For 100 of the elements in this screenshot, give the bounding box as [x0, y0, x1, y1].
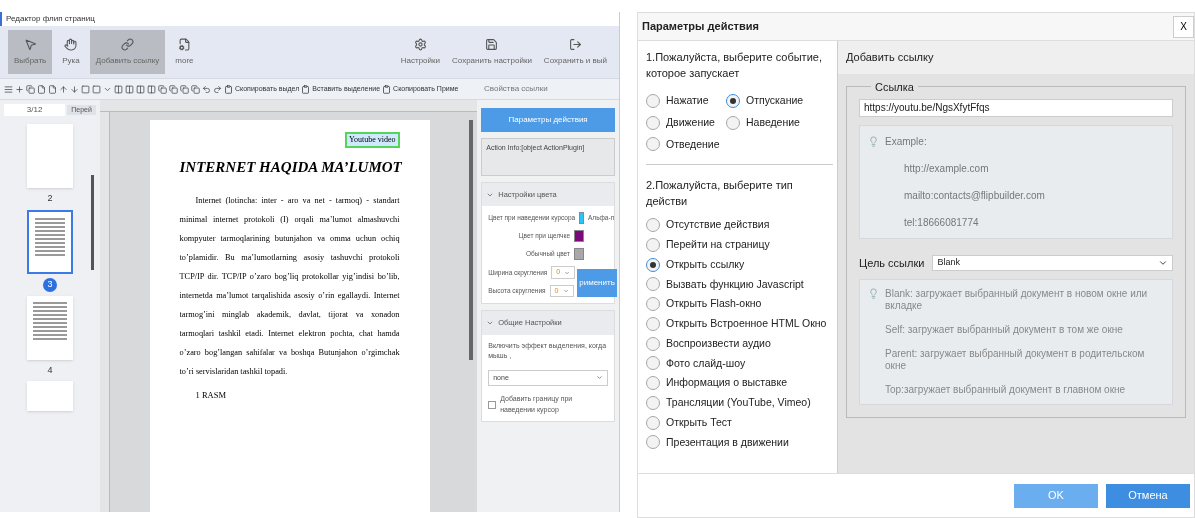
radio-label: Открыть ссылку: [666, 256, 745, 272]
tool-button[interactable]: Добавить ссылку: [89, 30, 166, 74]
page-number-field[interactable]: 3/12: [4, 104, 66, 116]
radio-button[interactable]: [646, 356, 660, 371]
toolbar-icon[interactable]: [136, 84, 145, 94]
toolbar-icon[interactable]: [125, 84, 134, 94]
close-button[interactable]: X: [1173, 15, 1194, 38]
toolbar-icon[interactable]: [213, 84, 222, 94]
toolbar-icon[interactable]: [48, 84, 57, 94]
radio-label: Отпускание: [746, 93, 804, 108]
lightbulb-icon: [868, 288, 879, 299]
color-swatch[interactable]: [574, 230, 584, 243]
radio-button[interactable]: [646, 257, 660, 272]
tool-button[interactable]: Сохранить и вый: [539, 30, 611, 74]
radio-button[interactable]: [646, 93, 660, 108]
example-text: tel:18666081774: [903, 215, 980, 230]
radio-button[interactable]: [646, 336, 660, 351]
checkbox[interactable]: [488, 400, 497, 409]
toolbar-icon[interactable]: [202, 84, 211, 94]
page-thumbnail[interactable]: [26, 124, 73, 188]
tool-button[interactable]: Выбрать: [8, 30, 53, 74]
radio-label: Нажатие: [666, 93, 709, 108]
toolbar-icon[interactable]: [59, 84, 68, 94]
panel-header: Добавить ссылку: [838, 41, 1194, 74]
document-heading: INTERNET HAQIDA MA’LUMOT: [179, 158, 400, 177]
cancel-button[interactable]: Отмена: [1106, 483, 1190, 508]
radio-button[interactable]: [646, 218, 660, 233]
radio-button[interactable]: [646, 395, 660, 410]
help-text: Self: загружает выбранный документ в том же окне: [885, 324, 1124, 336]
radio-label: Отсутствие действия: [666, 217, 770, 233]
radio-label: Перейти на страницу: [666, 237, 770, 252]
scrollbar[interactable]: [469, 120, 474, 360]
clipboard-icon: [224, 84, 233, 94]
toolbar-icon[interactable]: [180, 84, 189, 94]
radio-button[interactable]: [646, 316, 660, 331]
radio-button[interactable]: [726, 115, 740, 130]
page-label: 2: [47, 192, 53, 205]
toolbar-icon[interactable]: [147, 84, 156, 94]
radio-label: Движение: [666, 114, 715, 130]
tool-icon: [568, 37, 582, 51]
page-thumbnail[interactable]: [26, 209, 73, 274]
radio-button[interactable]: [646, 137, 660, 152]
radio-label: Открыть Flash-окно: [666, 296, 762, 312]
radio-button[interactable]: [646, 415, 660, 430]
target-select[interactable]: Blank: [932, 254, 1173, 271]
toolbar-icon[interactable]: [26, 84, 35, 94]
radio-button[interactable]: [646, 435, 660, 450]
toolbar-icon[interactable]: [158, 84, 167, 94]
example-title: Example:: [885, 134, 927, 149]
tool-icon: [121, 37, 134, 51]
scrollbar[interactable]: [90, 175, 94, 270]
link-area[interactable]: Youtube video: [345, 132, 400, 148]
toolbar-icon[interactable]: [4, 84, 13, 94]
help-text: Parent: загружает выбранный документ в родительском окне: [885, 348, 1146, 372]
tool-icon: [64, 37, 78, 51]
example-text: mailto:contacts@flipbuilder.com: [903, 188, 1046, 203]
tool-button[interactable]: more: [169, 30, 200, 74]
tool-icon: [177, 37, 191, 51]
toolbar-icon[interactable]: [15, 84, 24, 94]
toolbar-icon[interactable]: [114, 84, 123, 94]
color-swatch[interactable]: [579, 212, 584, 225]
window-title: Редактор флип страниц: [6, 13, 95, 25]
radio-button[interactable]: [646, 376, 660, 391]
apply-button[interactable]: рименить: [577, 269, 617, 298]
radio-label: Вызвать функцию Javascript: [666, 276, 804, 292]
radio-label: Отведение: [666, 136, 720, 152]
lightbulb-icon: [868, 135, 879, 147]
target-label: Цель ссылки: [859, 255, 925, 271]
radio-label: Презентация в движении: [666, 434, 789, 450]
action-settings-button[interactable]: Параметры действия: [481, 108, 615, 132]
dialog-title: Параметры действия: [642, 19, 759, 35]
color-swatch[interactable]: [574, 248, 584, 261]
toolbar-icon[interactable]: [37, 84, 46, 94]
tool-icon: [23, 37, 37, 51]
url-field[interactable]: https://youtu.be/NgsXfytFfqs: [859, 98, 1173, 117]
tool-icon: [413, 37, 427, 51]
clipboard-icon: [301, 84, 311, 94]
radio-button[interactable]: [646, 115, 660, 130]
radio-button[interactable]: [646, 237, 660, 252]
radio-button[interactable]: [646, 297, 660, 312]
radio-label: Наведение: [746, 114, 800, 130]
figure-caption: 1 RASM: [194, 388, 227, 402]
example-text: http://example.com: [903, 161, 990, 176]
page-thumbnail[interactable]: [26, 381, 73, 411]
tool-icon: [485, 37, 499, 51]
tool-button[interactable]: Сохранить настройки: [448, 30, 536, 74]
radio-label: Фото слайд-шоу: [666, 355, 746, 371]
radio-button[interactable]: [726, 93, 740, 108]
toolbar-icon[interactable]: [191, 84, 200, 94]
tool-button[interactable]: Настройки: [396, 30, 444, 74]
tool-button[interactable]: Рука: [56, 30, 86, 74]
radio-label: Открыть Встроенное HTML Окно: [666, 316, 827, 331]
radio-button[interactable]: [646, 277, 660, 292]
page-thumbnail[interactable]: [26, 295, 73, 360]
toolbar-icon[interactable]: [70, 84, 79, 94]
clipboard-icon: [382, 84, 392, 94]
radio-label: Воспроизвести аудио: [666, 335, 771, 351]
step-heading: 2.Пожалуйста, выберите тип действи: [646, 178, 794, 210]
panel-title: Свойства ссылки: [483, 83, 548, 95]
toolbar-icon[interactable]: [169, 84, 178, 94]
